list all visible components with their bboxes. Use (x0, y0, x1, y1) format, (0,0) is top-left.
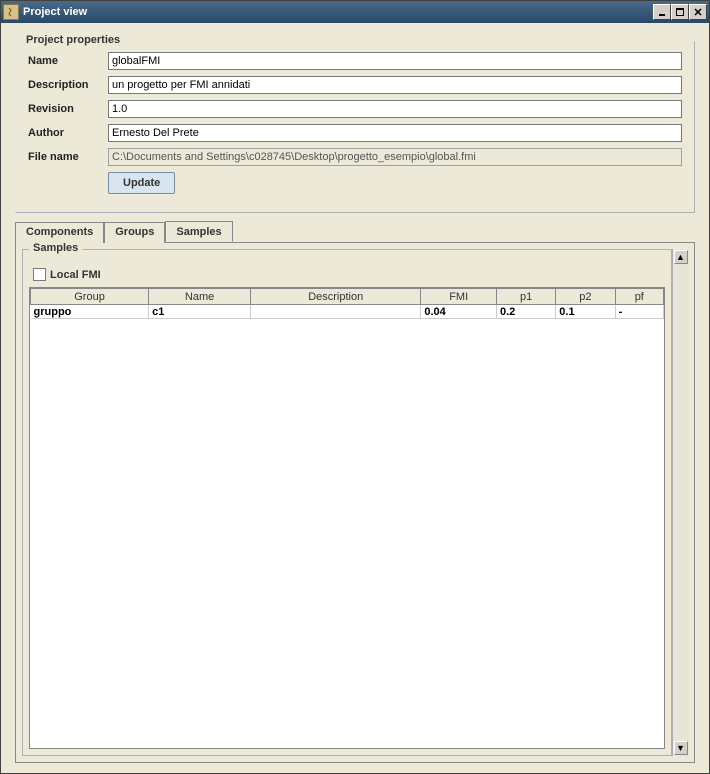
maximize-button[interactable] (671, 4, 689, 20)
col-p1[interactable]: p1 (496, 289, 555, 305)
project-properties-group: Project properties Name Description Revi… (15, 41, 695, 213)
label-revision: Revision (28, 103, 108, 115)
col-pf[interactable]: pf (615, 289, 663, 305)
row-description: Description (28, 76, 682, 94)
vertical-scrollbar[interactable]: ▲ ▼ (672, 249, 688, 756)
tab-samples[interactable]: Samples (165, 221, 232, 242)
row-author: Author (28, 124, 682, 142)
name-input[interactable] (108, 52, 682, 70)
cell-group[interactable]: gruppo (31, 305, 149, 319)
cell-p2[interactable]: 0.1 (556, 305, 615, 319)
local-fmi-label: Local FMI (50, 269, 101, 281)
scroll-down-button[interactable]: ▼ (674, 741, 688, 755)
scroll-up-button[interactable]: ▲ (674, 250, 688, 264)
tab-components[interactable]: Components (15, 222, 104, 243)
samples-table[interactable]: Group Name Description FMI p1 p2 pf (30, 288, 664, 319)
label-description: Description (28, 79, 108, 91)
col-fmi[interactable]: FMI (421, 289, 497, 305)
minimize-button[interactable] (653, 4, 671, 20)
table-header-row: Group Name Description FMI p1 p2 pf (31, 289, 664, 305)
titlebar: Project view (1, 1, 709, 23)
cell-pf[interactable]: - (615, 305, 663, 319)
local-fmi-checkbox[interactable] (33, 268, 46, 281)
col-name[interactable]: Name (149, 289, 251, 305)
col-description[interactable]: Description (251, 289, 421, 305)
cell-fmi[interactable]: 0.04 (421, 305, 497, 319)
local-fmi-row: Local FMI (33, 268, 665, 281)
cell-p1[interactable]: 0.2 (496, 305, 555, 319)
tab-strip: Components Groups Samples (15, 221, 695, 242)
col-group[interactable]: Group (31, 289, 149, 305)
tab-groups[interactable]: Groups (104, 222, 165, 243)
window-title: Project view (23, 6, 653, 18)
project-properties-legend: Project properties (22, 34, 124, 46)
author-input[interactable] (108, 124, 682, 142)
samples-area: Samples Local FMI Group Name (22, 249, 672, 756)
description-input[interactable] (108, 76, 682, 94)
tabs-container: Components Groups Samples Samples Local … (15, 221, 695, 763)
window-controls (653, 4, 707, 20)
label-name: Name (28, 55, 108, 67)
project-view-window: Project view Project properties Name Des… (0, 0, 710, 774)
cell-description[interactable] (251, 305, 421, 319)
update-button[interactable]: Update (108, 172, 175, 194)
label-author: Author (28, 127, 108, 139)
row-update: Update (28, 172, 682, 194)
tab-panel-samples: Samples Local FMI Group Name (15, 242, 695, 763)
label-filename: File name (28, 151, 108, 163)
cell-name[interactable]: c1 (149, 305, 251, 319)
table-empty-area[interactable] (30, 319, 664, 748)
content-area: Project properties Name Description Revi… (1, 23, 709, 773)
close-button[interactable] (689, 4, 707, 20)
table-row[interactable]: gruppo c1 0.04 0.2 0.1 - (31, 305, 664, 319)
row-revision: Revision (28, 100, 682, 118)
samples-legend: Samples (29, 242, 82, 254)
filename-field: C:\Documents and Settings\c028745\Deskto… (108, 148, 682, 166)
revision-input[interactable] (108, 100, 682, 118)
java-app-icon (3, 4, 19, 20)
samples-table-wrap: Group Name Description FMI p1 p2 pf (29, 287, 665, 749)
row-filename: File name C:\Documents and Settings\c028… (28, 148, 682, 166)
col-p2[interactable]: p2 (556, 289, 615, 305)
samples-group: Samples Local FMI Group Name (22, 249, 672, 756)
row-name: Name (28, 52, 682, 70)
